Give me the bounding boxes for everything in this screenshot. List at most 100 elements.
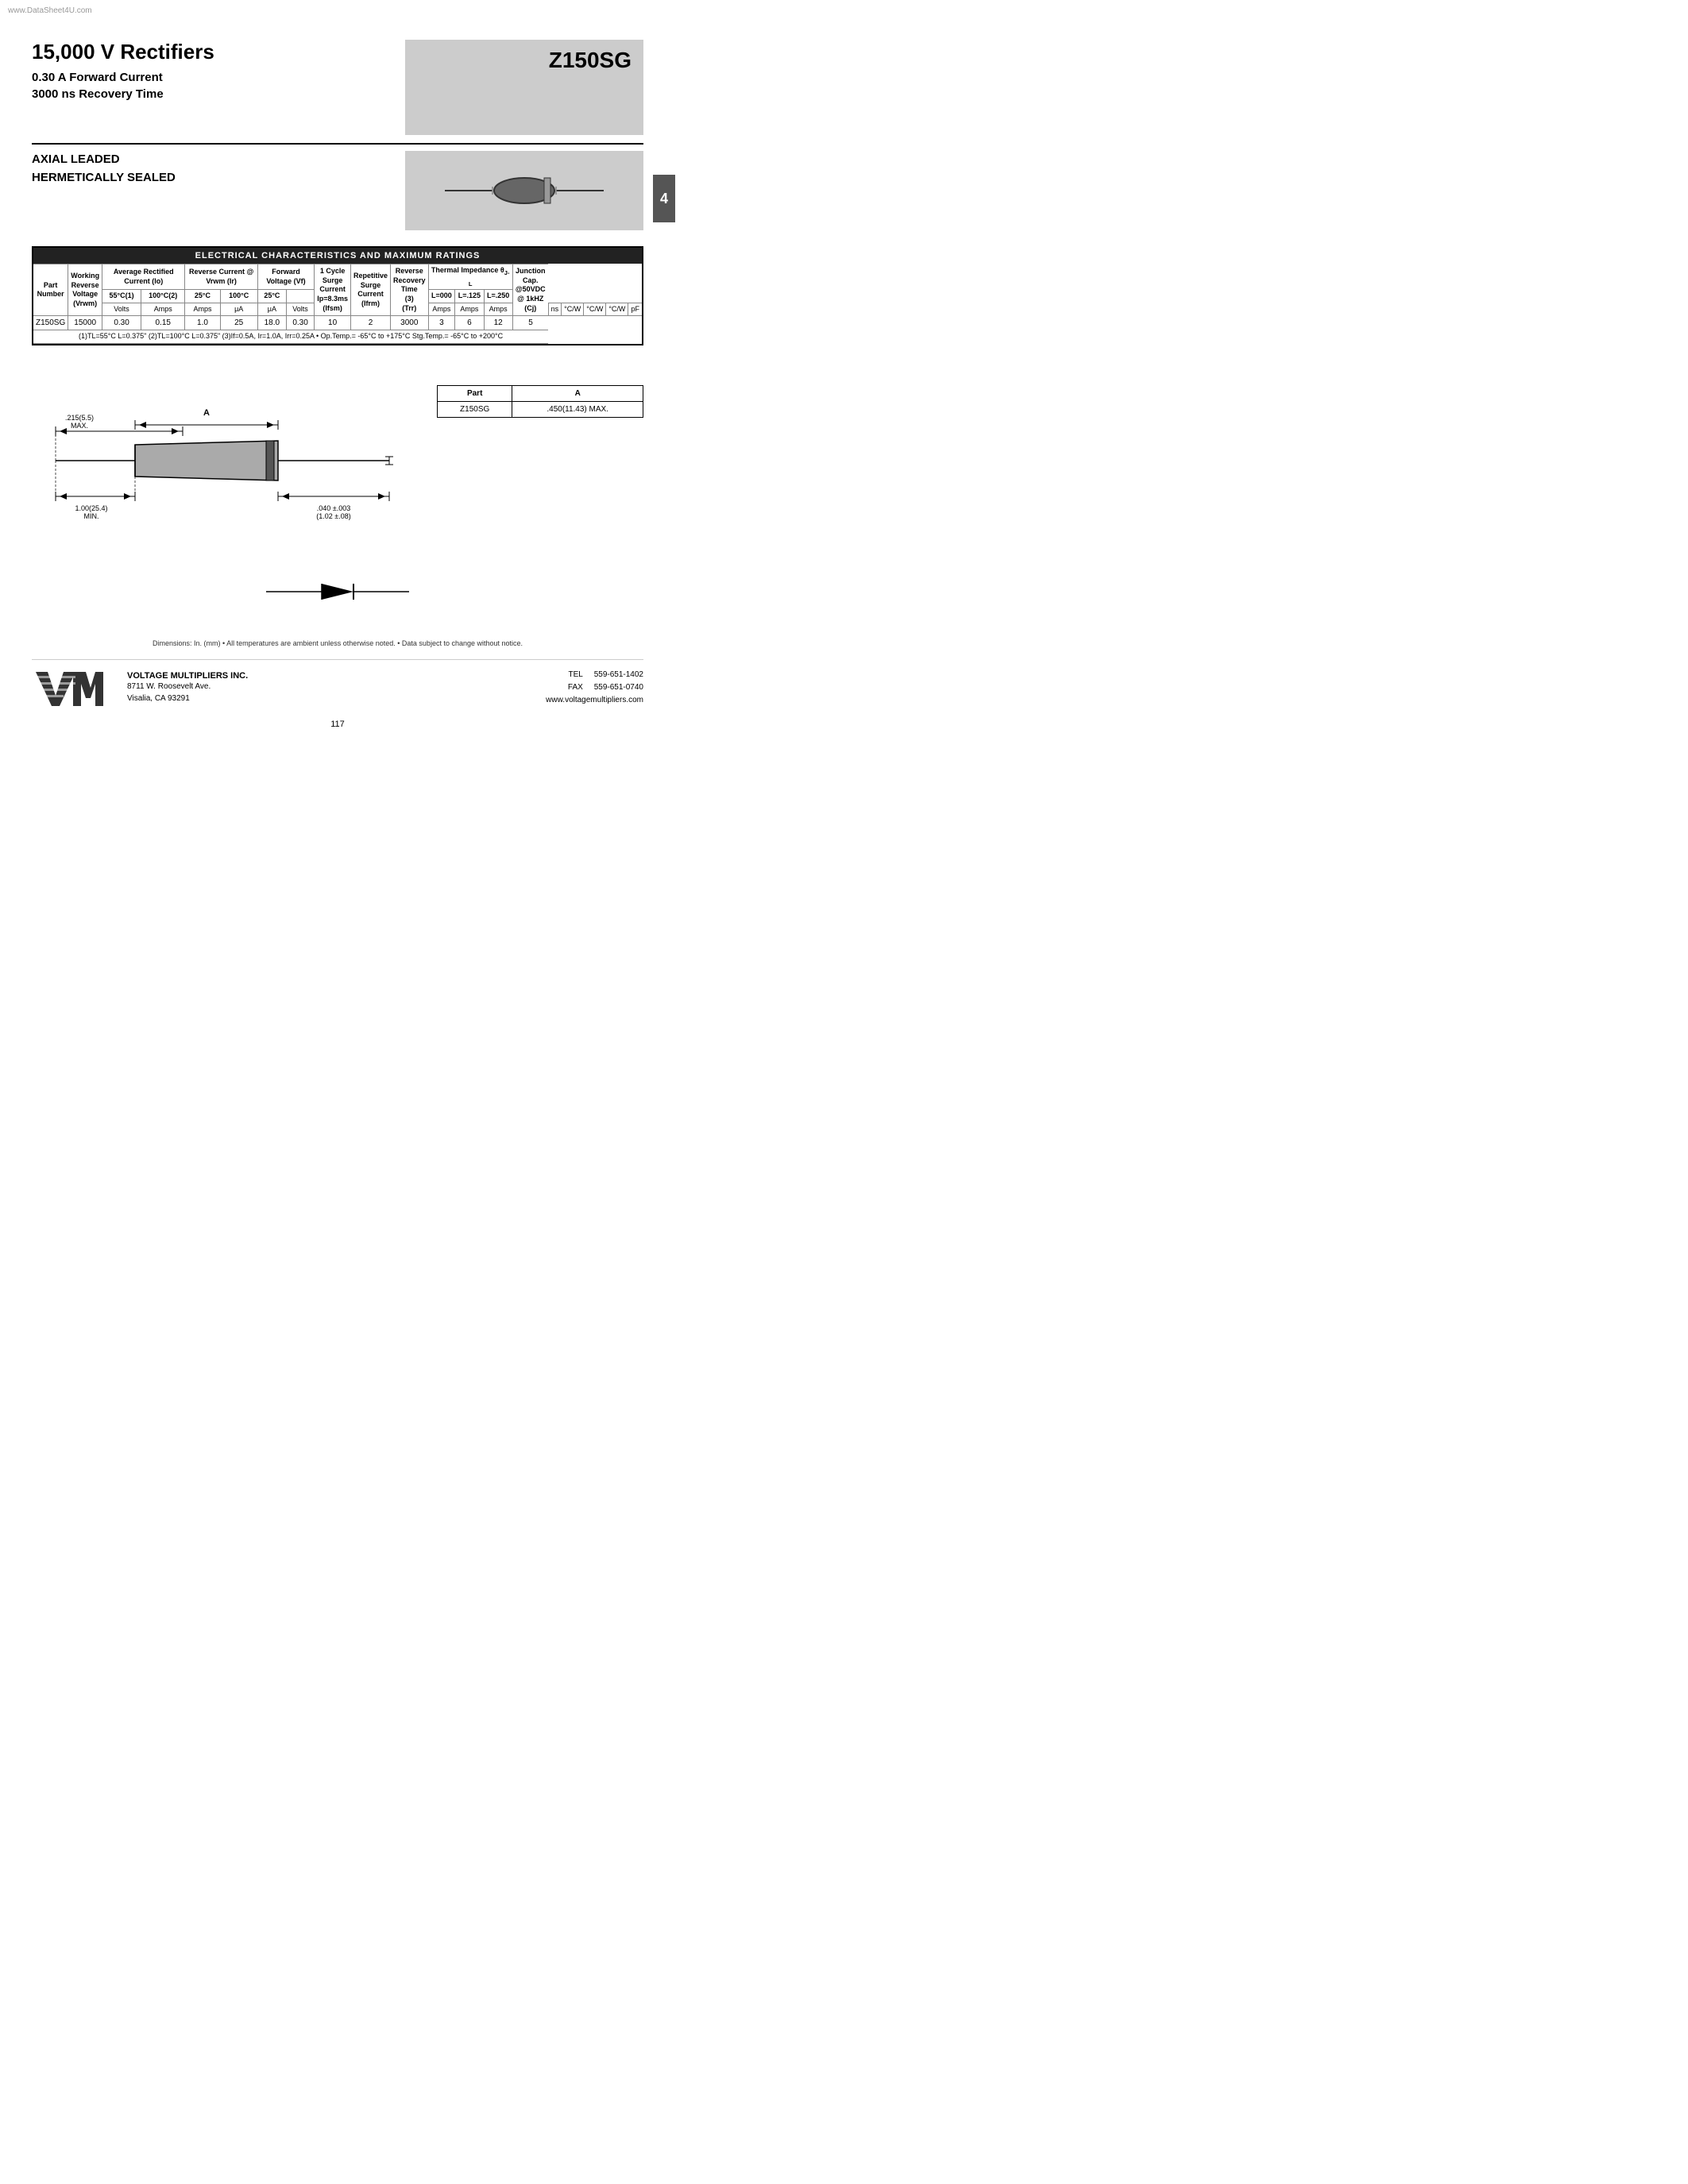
svg-text:.215(5.5): .215(5.5) <box>65 414 94 422</box>
footer-company: VOLTAGE MULTIPLIERS INC. 8711 W. Rooseve… <box>32 659 643 708</box>
data-vrwm: 15000 <box>68 316 102 330</box>
part-number-title: Z150SG <box>549 48 632 73</box>
data-vfamp: 0.30 <box>286 316 314 330</box>
col-reverse-current: Reverse Current @ Vrwm (Ir) <box>185 264 257 290</box>
subtitle: 0.30 A Forward Current 3000 ns Recovery … <box>32 69 214 102</box>
website-line: www.voltagemultipliers.com <box>546 694 643 707</box>
table-header-row: Part Number Working Reverse Voltage (Vrw… <box>33 264 642 290</box>
dim-a-value: .450(11.43) MAX. <box>512 402 643 418</box>
col-rev-25c: 25°C <box>185 290 220 303</box>
data-55c: 0.30 <box>102 316 141 330</box>
tel-label: TEL <box>568 670 582 679</box>
unit-ua2: μA <box>257 303 286 316</box>
company-logo <box>32 668 111 708</box>
svg-text:.040 ±.003: .040 ±.003 <box>317 504 350 512</box>
col-part-number: Part Number <box>33 264 68 316</box>
data-ifsm: 10 <box>315 316 351 330</box>
axial-section: AXIAL LEADED HERMETICALLY SEALED <box>32 143 643 230</box>
unit-amps4: Amps <box>455 303 484 316</box>
col-th-L125: L=.125 <box>455 290 484 303</box>
data-ifrm: 2 <box>350 316 390 330</box>
table-title: ELECTRICAL CHARACTERISTICS AND MAXIMUM R… <box>33 248 642 264</box>
unit-amps5: Amps <box>484 303 512 316</box>
unit-pf: pF <box>628 303 642 316</box>
svg-text:MAX.: MAX. <box>71 422 88 430</box>
dim-part-num: Z150SG <box>438 402 512 418</box>
svg-text:(1.02 ±.08): (1.02 ±.08) <box>316 512 350 520</box>
company-contact: TEL 559-651-1402 FAX 559-651-0740 www.vo… <box>546 669 643 707</box>
col-junction: Junction Cap. @50VDC @ 1kHZ (Cj) <box>512 264 548 316</box>
page-number: 117 <box>32 720 643 729</box>
col-avg-rect: Average Rectified Current (Io) <box>102 264 185 290</box>
dim-data-row: Z150SG .450(11.43) MAX. <box>438 402 643 418</box>
dimension-table-wrapper: Part A Z150SG .450(11.43) MAX. <box>437 385 643 418</box>
svg-text:MIN.: MIN. <box>84 512 99 520</box>
col-rev-100c: 100°C <box>220 290 257 303</box>
electrical-table-wrapper: ELECTRICAL CHARACTERISTICS AND MAXIMUM R… <box>32 246 643 345</box>
dim-col-a: A <box>512 386 643 402</box>
dimension-table: Part A Z150SG .450(11.43) MAX. <box>437 385 643 418</box>
main-title: 15,000 V Rectifiers <box>32 40 214 64</box>
electrical-table: Part Number Working Reverse Voltage (Vrw… <box>33 264 642 344</box>
tel-value: 559-651-1402 <box>594 670 643 679</box>
data-trr: 3000 <box>391 316 429 330</box>
col-th-L250: L=.250 <box>484 290 512 303</box>
data-ir25: 1.0 <box>185 316 220 330</box>
data-th3: 12 <box>484 316 512 330</box>
watermark: www.DataSheet4U.com <box>8 6 92 15</box>
data-part: Z150SG <box>33 316 68 330</box>
data-th1: 3 <box>428 316 455 330</box>
data-cj: 5 <box>512 316 548 330</box>
col-fwd-amps <box>286 290 314 303</box>
page-tab: 4 <box>653 175 675 222</box>
company-address1: 8711 W. Roosevelt Ave. <box>127 681 530 693</box>
header-section: 15,000 V Rectifiers 0.30 A Forward Curre… <box>32 40 643 135</box>
unit-volts2: Volts <box>286 303 314 316</box>
data-ir100: 25 <box>220 316 257 330</box>
data-vf25: 18.0 <box>257 316 286 330</box>
col-th-L000: L=000 <box>428 290 455 303</box>
diode-symbol-section <box>32 576 643 608</box>
data-th2: 6 <box>455 316 484 330</box>
unit-cw3: °C/W <box>606 303 628 316</box>
dim-col-part: Part <box>438 386 512 402</box>
header-right: Z150SG <box>405 40 643 135</box>
company-name: VOLTAGE MULTIPLIERS INC. <box>127 671 530 681</box>
unit-cw2: °C/W <box>584 303 606 316</box>
svg-text:1.00(25.4): 1.00(25.4) <box>75 504 107 512</box>
fax-line: FAX 559-651-0740 <box>546 681 643 694</box>
company-address2: Visalia, CA 93291 <box>127 693 530 704</box>
col-thermal: Thermal Impedance θJ-L <box>428 264 512 290</box>
dim-header-row: Part A <box>438 386 643 402</box>
col-vrwm: Working Reverse Voltage (Vrwm) <box>68 264 102 316</box>
col-surge: 1 Cycle Surge Current Ip=8.3ms (Ifsm) <box>315 264 351 316</box>
unit-cw1: °C/W <box>562 303 584 316</box>
unit-ua1: μA <box>220 303 257 316</box>
axial-text: AXIAL LEADED HERMETICALLY SEALED <box>32 151 176 187</box>
unit-amps3: Amps <box>428 303 455 316</box>
col-100c: 100°C(2) <box>141 290 185 303</box>
fax-value: 559-651-0740 <box>594 683 643 692</box>
col-55c: 55°C(1) <box>102 290 141 303</box>
footer-dims-note: Dimensions: In. (mm) • All temperatures … <box>32 639 643 647</box>
footnote-row: (1)TL=55°C L=0.375" (2)TL=100°C L=0.375"… <box>33 330 642 344</box>
data-100c: 0.15 <box>141 316 185 330</box>
unit-amps2: Amps <box>185 303 220 316</box>
unit-amps1: Amps <box>141 303 185 316</box>
col-recovery: Reverse Recovery Time (3) (Trr) <box>391 264 429 316</box>
diode-image <box>405 151 643 230</box>
footnote: (1)TL=55°C L=0.375" (2)TL=100°C L=0.375"… <box>33 330 548 344</box>
mechanical-drawing: .215(5.5) MAX. A 1.00(25.4) MIN. .040 ±.… <box>32 385 421 544</box>
svg-text:A: A <box>203 408 210 418</box>
header-left: 15,000 V Rectifiers 0.30 A Forward Curre… <box>32 40 214 135</box>
unit-ns: ns <box>548 303 562 316</box>
tel-line: TEL 559-651-1402 <box>546 669 643 681</box>
fax-label: FAX <box>568 683 583 692</box>
table-data-row: Z150SG 15000 0.30 0.15 1.0 25 18.0 0.30 … <box>33 316 642 330</box>
unit-volts: Volts <box>102 303 141 316</box>
company-info: VOLTAGE MULTIPLIERS INC. 8711 W. Rooseve… <box>127 671 530 704</box>
mechanical-section: .215(5.5) MAX. A 1.00(25.4) MIN. .040 ±.… <box>32 385 643 544</box>
col-forward-voltage: Forward Voltage (Vf) <box>257 264 314 290</box>
col-fwd-25c: 25°C <box>257 290 286 303</box>
col-rep-surge: Repetitive Surge Current (Ifrm) <box>350 264 390 316</box>
